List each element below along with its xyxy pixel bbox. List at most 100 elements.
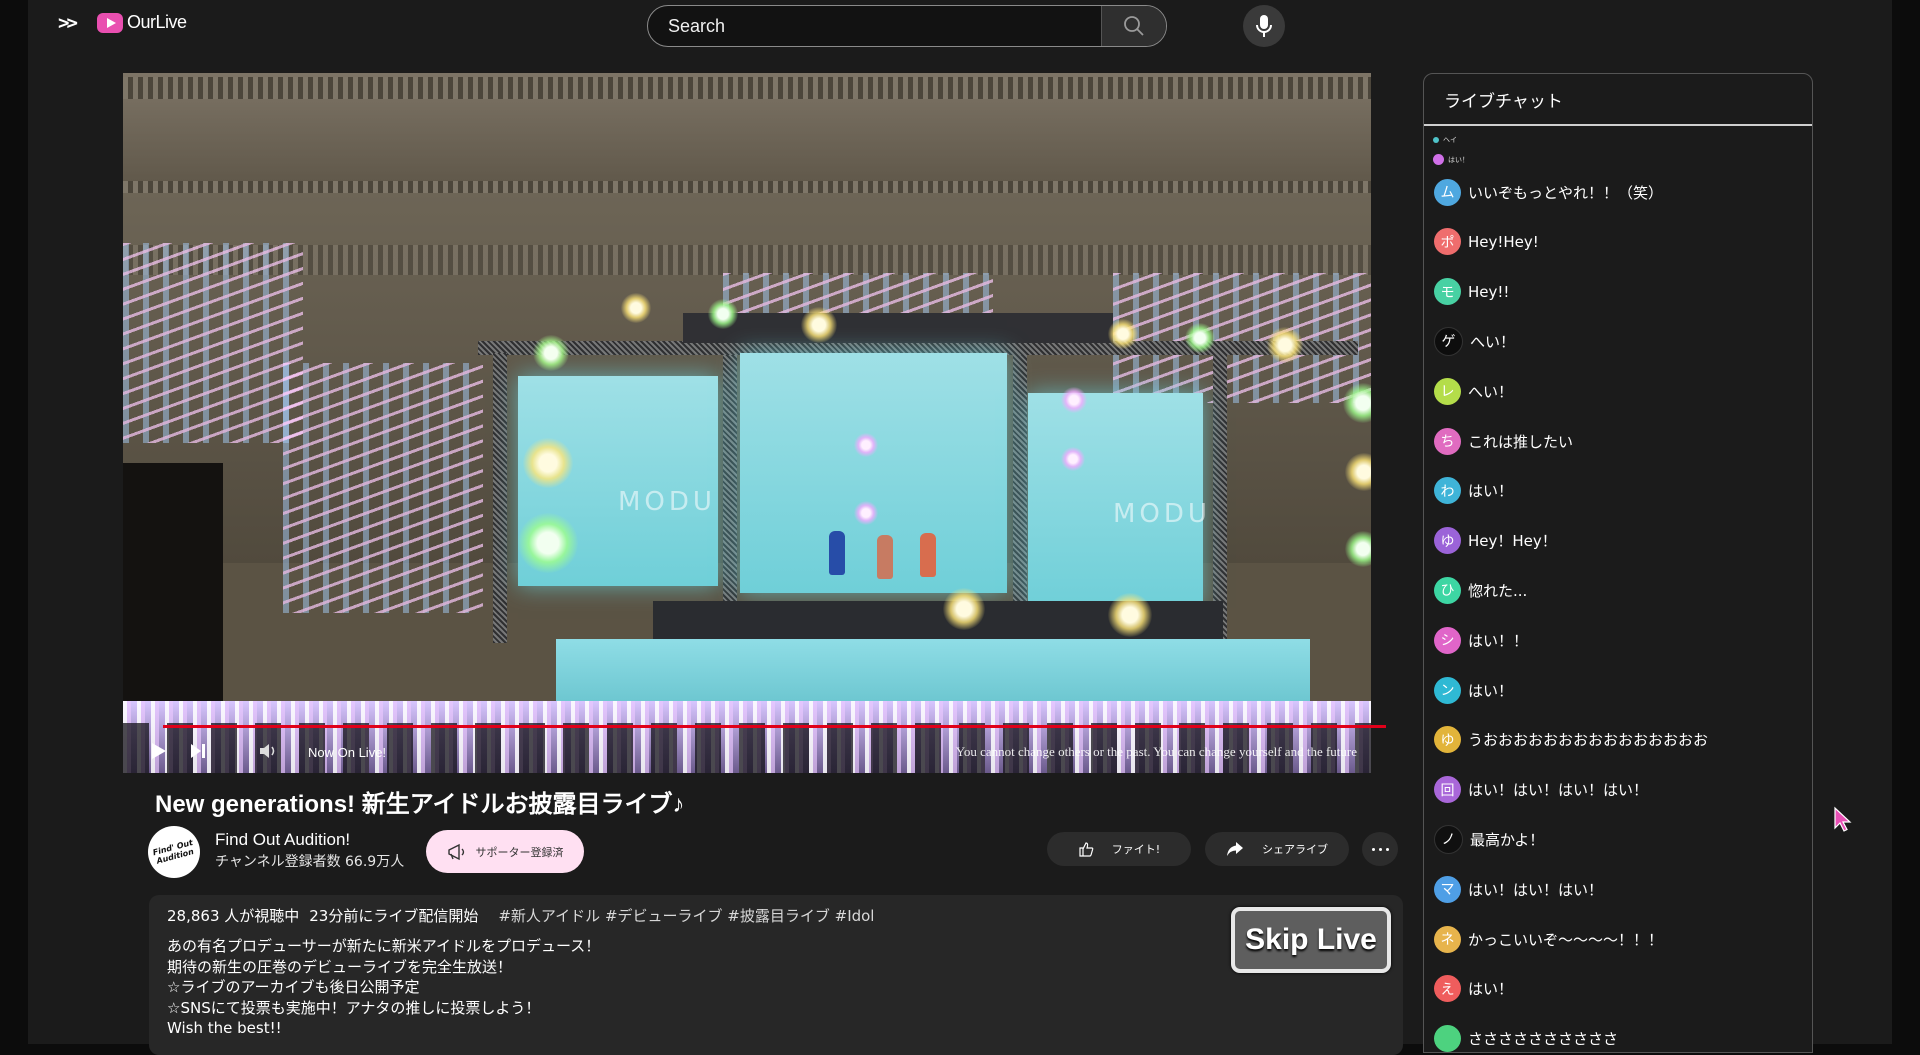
chat-avatar[interactable]: シ xyxy=(1434,626,1461,654)
stage-truss xyxy=(1213,353,1227,643)
stage-light xyxy=(1061,387,1087,413)
skip-live-button[interactable]: Skip Live xyxy=(1231,907,1391,973)
video-player[interactable]: MODU MODU xyxy=(123,73,1371,773)
chat-avatar[interactable]: わ xyxy=(1434,477,1461,505)
chat-message-text: はい！ xyxy=(1468,980,1514,999)
stage-light xyxy=(1108,319,1138,349)
idol-figure xyxy=(920,533,936,577)
chat-avatar[interactable]: マ xyxy=(1434,875,1461,903)
video-title: New generations! 新生アイドルお披露目ライブ♪ xyxy=(155,791,685,818)
search-bar xyxy=(647,5,1167,47)
chat-message: ゲへい！ xyxy=(1434,326,1516,356)
chat-message-text: これは推したい xyxy=(1468,432,1574,451)
chat-avatar[interactable] xyxy=(1434,1025,1461,1052)
stage-light xyxy=(621,293,651,323)
chat-avatar[interactable]: 回 xyxy=(1434,776,1461,804)
channel-avatar-text: Find' Out Audition xyxy=(151,837,195,866)
search-button[interactable] xyxy=(1101,6,1166,46)
chat-avatar[interactable]: え xyxy=(1434,975,1461,1003)
penlight-seats xyxy=(123,243,303,443)
arena-doorway xyxy=(123,463,223,703)
search-icon xyxy=(1124,16,1144,36)
volume-icon xyxy=(260,744,275,758)
chat-message: マはい！はい！はい！ xyxy=(1434,875,1603,903)
chat-message-text: へい！ xyxy=(1470,332,1516,351)
chat-message-text: Hey!Hey! xyxy=(1468,232,1539,251)
hashtags[interactable]: #新人アイドル #デビューライブ #披露目ライブ #Idol xyxy=(498,907,874,925)
chat-avatar[interactable]: ゆ xyxy=(1434,527,1461,555)
stage-screen xyxy=(740,353,1007,593)
stage-light xyxy=(1061,447,1085,471)
chat-title: ライブチャット xyxy=(1424,74,1812,126)
chat-message: ノ最高かよ！ xyxy=(1434,824,1545,854)
chat-message-text: かっこいいぞ～～～～！！！ xyxy=(1468,930,1664,949)
chat-message: ちこれは推したい xyxy=(1434,427,1573,455)
chat-message-text: はい！はい！はい！はい！ xyxy=(1468,781,1649,800)
chat-text-small: はい！ xyxy=(1448,155,1469,164)
description-box[interactable]: 28,863 人が視聴中 23分前にライブ配信開始 #新人アイドル #デビューライブ… xyxy=(149,895,1403,1055)
description-line: ☆SNSにて投票も実施中！アナタの推しに投票しよう！ xyxy=(167,998,541,1017)
channel-name[interactable]: Find Out Audition! xyxy=(215,830,350,850)
chat-avatar[interactable]: ひ xyxy=(1434,576,1461,604)
description-line: 期待の新生の圧巻のデビューライブを完全生放送！ xyxy=(167,957,513,976)
chat-avatar-small xyxy=(1433,137,1439,143)
chat-message-text: はい！ xyxy=(1468,681,1514,700)
volume-button[interactable] xyxy=(255,738,281,764)
search-input[interactable] xyxy=(648,6,1101,46)
chat-avatar-small xyxy=(1433,154,1444,165)
share-button[interactable]: シェアライブ xyxy=(1205,832,1349,866)
next-button[interactable] xyxy=(185,738,211,764)
description-meta: 28,863 人が視聴中 23分前にライブ配信開始 #新人アイドル #デビューライブ… xyxy=(167,905,874,926)
live-chat-panel: ライブチャット ヘイ はい！ ムいいぞもっとやれ！！（笑）ポ Hey!Hey! モ H… xyxy=(1423,73,1813,1053)
chat-avatar[interactable]: レ xyxy=(1434,377,1461,405)
chat-avatar[interactable]: ノ xyxy=(1434,824,1463,854)
penlight-seats xyxy=(283,363,483,613)
supporter-button[interactable]: サポーター登録済 xyxy=(426,830,584,873)
stream-start: 23分前にライブ配信開始 xyxy=(309,907,479,925)
play-icon xyxy=(152,743,166,759)
voice-search-button[interactable] xyxy=(1243,5,1285,47)
cheer-button[interactable]: ファイト! xyxy=(1047,832,1191,866)
stage-truss xyxy=(493,353,507,643)
live-status: Now On Live! xyxy=(308,745,387,760)
chat-message-text: 最高かよ！ xyxy=(1470,830,1545,849)
stage-screen-text: MODU xyxy=(618,487,716,517)
chat-message: ムいいぞもっとやれ！！（笑） xyxy=(1434,178,1663,206)
chat-avatar[interactable]: モ xyxy=(1434,278,1461,306)
player-controls: Now On Live! You cannot change others or… xyxy=(123,728,1371,773)
logo-text: OurLive xyxy=(127,12,187,32)
chat-text-small: ヘイ xyxy=(1443,136,1457,144)
chat-message: ネかっこいいぞ～～～～！！！ xyxy=(1434,925,1663,953)
channel-avatar[interactable]: Find' Out Audition xyxy=(148,826,200,878)
chat-message: ささささささささささ xyxy=(1434,1025,1618,1052)
stage-light xyxy=(801,307,837,343)
chat-message: ひ惚れた... xyxy=(1434,576,1527,604)
chat-message: わはい！ xyxy=(1434,477,1513,505)
more-dots-icon[interactable] xyxy=(1362,832,1398,866)
chat-message-text: いいぞもっとやれ！！（笑） xyxy=(1468,183,1664,202)
chat-avatar[interactable]: ゆ xyxy=(1434,726,1461,754)
stage-light xyxy=(854,433,878,457)
chat-avatar[interactable]: ち xyxy=(1434,427,1461,455)
arena-railing xyxy=(123,245,1371,275)
chat-avatar[interactable]: ネ xyxy=(1434,925,1461,953)
page: >> OurLive MODU MODU xyxy=(28,0,1892,1055)
arena-railing xyxy=(123,77,1371,99)
chat-avatar[interactable]: ゲ xyxy=(1434,326,1463,356)
chat-message: えはい！ xyxy=(1434,975,1513,1003)
stage-light xyxy=(518,513,578,573)
stage-light xyxy=(1185,323,1215,353)
chat-avatar[interactable]: ン xyxy=(1434,676,1461,704)
chat-message: モ Hey!! xyxy=(1434,278,1509,306)
play-button[interactable] xyxy=(145,738,171,764)
description-line: Wish the best!! xyxy=(167,1019,282,1037)
menu-icon[interactable]: >> xyxy=(58,12,78,34)
chat-message-text: Hey！Hey！ xyxy=(1468,532,1557,551)
chat-message-small: はい！ xyxy=(1433,154,1469,165)
viewer-count: 28,863 人が視聴中 xyxy=(167,907,300,925)
chat-avatar[interactable]: ム xyxy=(1434,178,1461,206)
penlight-seats xyxy=(1113,273,1371,403)
logo[interactable]: OurLive xyxy=(97,12,187,33)
chat-avatar[interactable]: ポ xyxy=(1434,228,1461,256)
stage-light xyxy=(533,335,569,371)
